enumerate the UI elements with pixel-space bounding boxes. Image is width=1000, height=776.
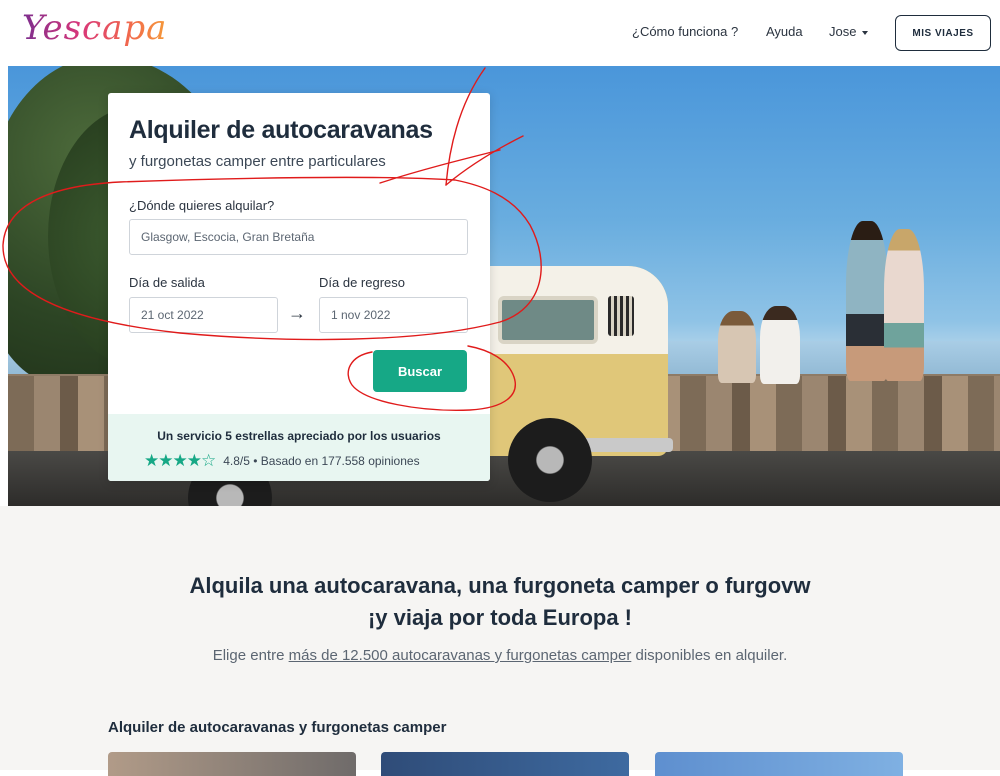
listing-thumbnail[interactable] <box>381 752 629 776</box>
hero-van-window <box>498 296 598 344</box>
yescapa-logo[interactable]: Yescapa <box>22 8 167 48</box>
listings-link[interactable]: más de 12.500 autocaravanas y furgonetas… <box>289 647 632 664</box>
my-trips-button[interactable]: MIS VIAJES <box>895 15 991 51</box>
search-button[interactable]: Buscar <box>373 350 467 392</box>
desc-text-after: disponibles en alquiler. <box>631 647 788 664</box>
hero-person <box>884 229 924 381</box>
chevron-down-icon <box>862 30 869 35</box>
rating-summary: ★★★★☆ 4.8/5 • Basado en 177.558 opinione… <box>144 451 420 471</box>
hero-person <box>760 306 800 384</box>
hero-van-wheel <box>508 418 592 502</box>
listing-thumbnail[interactable] <box>655 752 903 776</box>
main-headline: Alquila una autocaravana, una furgoneta … <box>0 570 1000 634</box>
section-title: Alquiler de autocaravanas y furgonetas c… <box>108 719 447 736</box>
where-label: ¿Dónde quieres alquilar? <box>129 198 275 213</box>
nav-help[interactable]: Ayuda <box>766 24 803 39</box>
location-input[interactable]: Glasgow, Escocia, Gran Bretaña <box>129 219 468 255</box>
search-card-title: Alquiler de autocaravanas <box>129 116 433 144</box>
rating-title: Un servicio 5 estrellas apreciado por lo… <box>157 429 441 443</box>
main-headline-line1: Alquila una autocaravana, una furgoneta … <box>189 573 811 598</box>
hero-van-grill <box>608 296 634 336</box>
nav-user-menu[interactable]: Jose <box>829 24 869 39</box>
return-label: Día de regreso <box>319 275 405 290</box>
hero-person <box>846 221 888 381</box>
listing-thumbnail[interactable] <box>108 752 356 776</box>
return-date-input[interactable]: 1 nov 2022 <box>319 297 468 333</box>
search-card-subtitle: y furgonetas camper entre particulares <box>129 153 386 170</box>
main-headline-line2: ¡y viaja por toda Europa ! <box>367 605 633 630</box>
departure-date-input[interactable]: 21 oct 2022 <box>129 297 278 333</box>
search-card: Alquiler de autocaravanas y furgonetas c… <box>108 93 490 481</box>
rating-banner: Un servicio 5 estrellas apreciado por lo… <box>108 414 490 481</box>
user-name: Jose <box>829 24 857 39</box>
hero-person <box>718 311 756 383</box>
arrow-right-icon: → <box>288 303 306 323</box>
nav-how-it-works[interactable]: ¿Cómo funciona ? <box>632 24 738 39</box>
intro-section: Alquila una autocaravana, una furgoneta … <box>0 506 1000 776</box>
desc-text-before: Elige entre <box>212 647 289 664</box>
departure-label: Día de salida <box>129 275 205 290</box>
rating-text: 4.8/5 • Basado en 177.558 opiniones <box>223 454 420 468</box>
intro-description: Elige entre más de 12.500 autocaravanas … <box>0 647 1000 664</box>
top-header: Yescapa ¿Cómo funciona ? Ayuda Jose MIS … <box>0 0 1000 66</box>
star-rating-icon: ★★★★☆ <box>144 451 216 470</box>
